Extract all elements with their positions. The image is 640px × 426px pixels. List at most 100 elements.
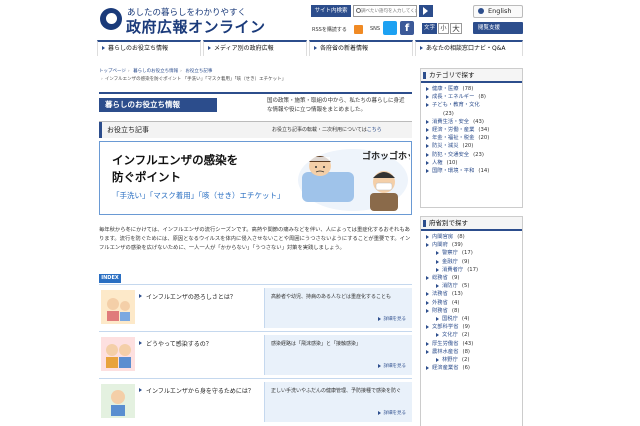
search-input[interactable]	[353, 5, 417, 17]
sidebar-list-item[interactable]: 消費生活・安全 (43)	[425, 118, 522, 126]
globe-icon	[478, 8, 484, 14]
sidebar-link[interactable]: 経済・労働・産業	[432, 127, 474, 133]
index-question-link[interactable]: どうやって感染するの？	[139, 339, 259, 348]
item-count: (78)	[462, 86, 474, 92]
sidebar-link[interactable]: 外務省	[432, 300, 448, 306]
section-description: 国の政策・施策・取組の中から、私たちの暮らしに身近な情報や役に立つ情報をまとめま…	[267, 98, 405, 113]
item-count: (23)	[473, 151, 484, 158]
sidebar-list-item[interactable]: 法務省 (13)	[425, 290, 522, 298]
sidebar-link[interactable]: 健康・医療	[432, 86, 459, 92]
logo-mark-icon	[100, 8, 122, 30]
nav-item-consultation[interactable]: あなたの相談窓口ナビ・Q&A	[415, 40, 523, 56]
sidebar-link[interactable]: 厚生労働省	[432, 341, 459, 347]
search-submit-button[interactable]	[419, 5, 433, 17]
breadcrumb-current: インフルエンザの感染を防ぐポイント 「手洗い」「マスク着用」「咳（せき）エチケッ…	[104, 77, 287, 82]
sidebar-link[interactable]: 防災・減災	[432, 143, 459, 149]
item-count: (2)	[461, 332, 470, 339]
sidebar-list-item[interactable]: 成長・エネルギー (8)	[425, 93, 522, 101]
sidebar-list-item[interactable]: 防災・減災 (20)	[425, 142, 522, 150]
hero-title-line1: インフルエンザの感染を	[112, 153, 239, 167]
sidebar-list-item[interactable]: 農林水産省 (8)	[425, 348, 522, 356]
sidebar-list-item[interactable]: 林野庁 (2)	[425, 356, 522, 364]
sidebar-link[interactable]: 年金・福祉・税金	[432, 135, 474, 141]
sidebar-list-item[interactable]: (23)	[425, 110, 522, 118]
detail-link[interactable]: 詳細を見る	[377, 363, 406, 371]
sidebar-list-item[interactable]: 消防庁 (5)	[425, 282, 522, 290]
sidebar-list-item[interactable]: 厚生労働省 (43)	[425, 340, 522, 348]
sidebar-list-item[interactable]: 経済・労働・産業 (34)	[425, 126, 522, 134]
sidebar-link[interactable]: 消費者庁	[442, 267, 463, 273]
sidebar-link[interactable]: 文部科学省	[432, 324, 459, 330]
sidebar-link[interactable]: 内閣官房	[432, 234, 453, 240]
sidebar-link[interactable]: 警察庁	[442, 250, 458, 256]
sidebar-list-item[interactable]: 人権 (10)	[425, 159, 522, 167]
sidebar-list-item[interactable]: 国税庁 (4)	[425, 315, 522, 323]
sidebar-list-item[interactable]: 文部科学省 (9)	[425, 323, 522, 331]
sidebar-link[interactable]: 内閣府	[432, 242, 448, 248]
sidebar-link[interactable]: 子ども・教育・文化	[432, 102, 480, 108]
sidebar-list-item[interactable]: 金融庁 (9)	[425, 258, 522, 266]
detail-link[interactable]: 詳細を見る	[377, 410, 406, 418]
item-count: (13)	[451, 291, 463, 298]
sidebar-link[interactable]: 人権	[432, 160, 443, 166]
nav-item-lifestyle-info[interactable]: 暮らしのお役立ち情報	[97, 40, 201, 56]
sidebar-list-item[interactable]: 財務省 (8)	[425, 307, 522, 315]
sidebar-list-item[interactable]: 健康・医療 (78)	[425, 85, 522, 93]
breadcrumb-link-top[interactable]: トップページ	[99, 69, 126, 74]
sidebar-list-item[interactable]: 防犯・交通安全 (23)	[425, 151, 522, 159]
item-count: (8)	[478, 94, 486, 101]
sidebar-list-item[interactable]: 文化庁 (2)	[425, 331, 522, 339]
item-count: (39)	[451, 242, 463, 249]
sidebar-list-item[interactable]: 消費者庁 (17)	[425, 266, 522, 274]
item-count: (14)	[478, 168, 490, 175]
index-question-link[interactable]: インフルエンザの恐ろしさとは？	[139, 292, 259, 301]
detail-link[interactable]: 詳細を見る	[377, 316, 406, 324]
coughing-people-illustration: ゴホッゴホッ	[298, 149, 410, 211]
nav-item-media[interactable]: メディア別の政府広報	[203, 40, 307, 56]
breadcrumb: トップページ › 暮らしのお役立ち情報 › お役立ち記事 › インフルエンザの感染を防…	[99, 69, 287, 82]
sidebar-link[interactable]: 国税庁	[442, 316, 458, 322]
item-count: (5)	[461, 283, 470, 290]
sidebar-list-item[interactable]: 国際・環境・平和 (14)	[425, 167, 522, 175]
sidebar-link[interactable]: 成長・エネルギー	[432, 94, 474, 100]
sidebar-list-item[interactable]: 年金・福祉・税金 (20)	[425, 134, 522, 142]
sidebar-list-item[interactable]: 警察庁 (17)	[425, 249, 522, 257]
rss-label[interactable]: RSSを購読する	[312, 26, 347, 33]
item-count: (17)	[467, 266, 479, 273]
category-panel: カテゴリで探す 健康・医療 (78) 成長・エネルギー (8) 子ども・教育・文化 (23…	[420, 68, 523, 208]
reader-support-button[interactable]: 閲覧支援	[473, 22, 523, 34]
sidebar-link[interactable]: 文化庁	[442, 332, 458, 338]
reuse-policy-link[interactable]: こちら	[367, 127, 382, 133]
item-count: (20)	[478, 135, 490, 142]
sidebar-link[interactable]: 林野庁	[442, 357, 458, 363]
twitter-icon[interactable]	[383, 21, 397, 35]
sidebar-list-item[interactable]: 内閣官房 (8)	[425, 233, 522, 241]
sidebar-link[interactable]: 農林水産省	[432, 349, 459, 355]
sidebar-list-item[interactable]: 総務省 (9)	[425, 274, 522, 282]
sidebar-list-item[interactable]: 子ども・教育・文化	[425, 101, 522, 109]
sidebar-link[interactable]: 金融庁	[442, 259, 458, 265]
sidebar-link[interactable]: 総務省	[432, 275, 448, 281]
sidebar-link[interactable]: 消費生活・安全	[432, 119, 469, 125]
sidebar-list-item[interactable]: 経済産業省 (6)	[425, 364, 522, 372]
rss-icon[interactable]	[354, 25, 363, 34]
breadcrumb-link-articles[interactable]: お役立ち記事	[185, 69, 212, 74]
sidebar-link[interactable]: 法務省	[432, 291, 448, 297]
nav-item-ministry-news[interactable]: 各府省の新着情報	[309, 40, 413, 56]
sidebar-link[interactable]: 防犯・交通安全	[432, 152, 469, 158]
sidebar-list-item[interactable]: 外務省 (4)	[425, 299, 522, 307]
index-question-link[interactable]: インフルエンザから身を守るためには？	[139, 386, 259, 395]
index-item: どうやって感染するの？ 感染経路は「飛沫感染」と「接触感染」 詳細を見る	[99, 331, 412, 378]
sidebar-list-item[interactable]: 内閣府 (39)	[425, 241, 522, 249]
articles-note-text: お役立ち記事の転載・二次利用については	[272, 127, 367, 133]
sidebar-link[interactable]: 財務省	[432, 308, 448, 314]
sidebar-link[interactable]: 国際・環境・平和	[432, 168, 474, 174]
sidebar-link[interactable]: 消防庁	[442, 283, 458, 289]
font-size-small-button[interactable]: 小	[438, 23, 449, 34]
index-thumbnail-1	[101, 290, 135, 324]
sidebar-link[interactable]: 経済産業省	[432, 365, 459, 371]
index-item: インフルエンザの恐ろしさとは？ 高齢者や幼児、持病のある人などは重症化することも…	[99, 284, 412, 331]
facebook-icon[interactable]: f	[400, 21, 414, 35]
font-size-large-button[interactable]: 大	[450, 23, 462, 34]
breadcrumb-link-lifestyle[interactable]: 暮らしのお役立ち情報	[133, 69, 178, 74]
